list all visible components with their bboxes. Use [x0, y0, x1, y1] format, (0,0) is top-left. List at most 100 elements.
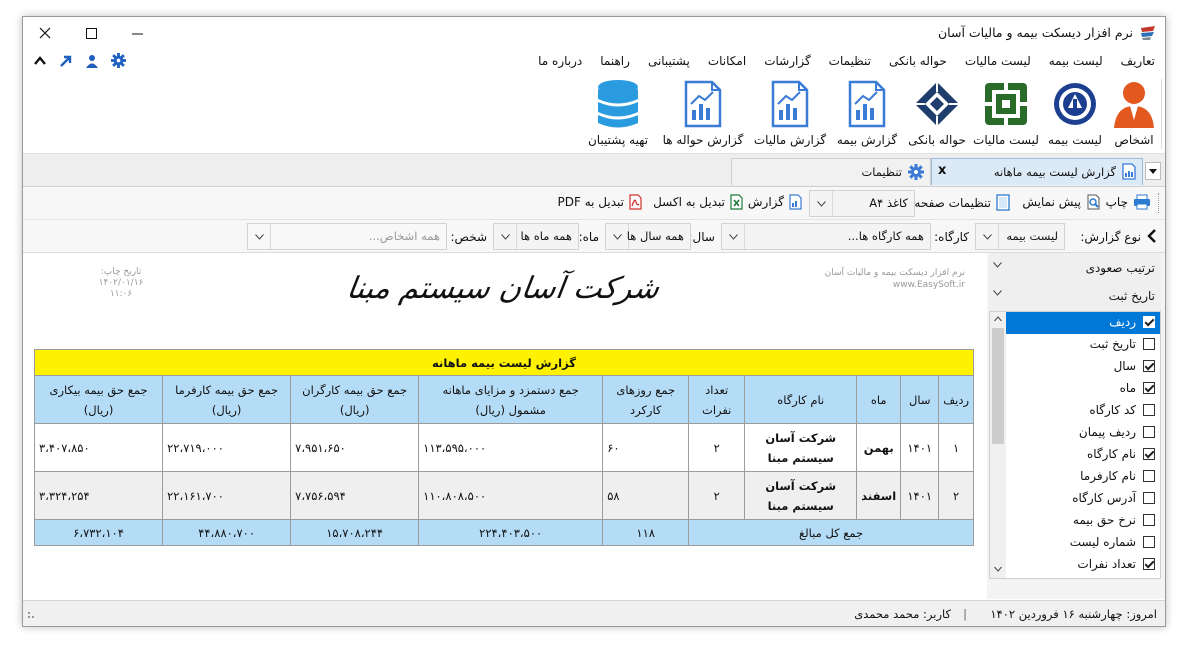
report-document-icon [765, 79, 815, 129]
column-header: جمع روزهای کارکرد [602, 375, 690, 424]
report-type-select[interactable]: لیست بیمه [975, 223, 1065, 250]
ribbon-bank-transfer-button[interactable]: حواله بانکی [907, 75, 967, 153]
gear-icon[interactable] [111, 53, 126, 68]
checkbox[interactable] [1143, 360, 1155, 372]
menu-reports[interactable]: گزارشات [764, 54, 810, 68]
print-date-block: تاریخ چاپ: ۱۴۰۲/۰۱/۱۶ ۱۱:۰۶ [98, 267, 144, 299]
checkbox[interactable] [1143, 536, 1155, 548]
column-option[interactable]: شماره لیست [1005, 532, 1160, 554]
column-option[interactable]: تعداد نفرات [1005, 554, 1160, 576]
checkbox[interactable] [1143, 492, 1155, 504]
column-option[interactable]: ماه [1005, 378, 1160, 400]
menu-tax-list[interactable]: لیست مالیات [965, 54, 1031, 68]
software-info-block: نرم افزار دیسکت بیمه و مالیات آسان www.E… [824, 268, 965, 290]
chevron-down-icon[interactable] [994, 566, 1002, 572]
column-option[interactable]: نرخ حق بیمه [1005, 510, 1160, 532]
chevron-down-icon [728, 233, 738, 240]
export-pdf-button[interactable]: تبدیل به PDF [558, 194, 642, 210]
maximize-button[interactable] [69, 19, 113, 47]
column-option[interactable]: تاریخ ثبت [1005, 334, 1160, 356]
checkbox[interactable] [1143, 426, 1155, 438]
column-option[interactable]: نام کارگاه [1005, 444, 1160, 466]
resize-grip-icon[interactable] [27, 611, 37, 621]
bank-logo-icon [912, 79, 962, 129]
chevron-down-icon [500, 233, 510, 240]
arrow-up-right-icon[interactable] [59, 54, 73, 68]
tabs-dropdown-button[interactable] [1145, 162, 1161, 180]
export-excel-button[interactable]: تبدیل به اکسل [653, 194, 743, 210]
scrollbar[interactable] [990, 312, 1006, 578]
month-select[interactable]: همه ماه ها [493, 223, 579, 250]
ribbon-tax-list-button[interactable]: لیست مالیات [973, 75, 1039, 153]
scrollbar-thumb[interactable] [992, 328, 1004, 444]
menu-features[interactable]: امکانات [708, 54, 746, 68]
ribbon-persons-button[interactable]: اشخاص [1109, 75, 1159, 153]
column-header: جمع دستمزد و مزایای ماهانه مشمول (ریال) [418, 375, 604, 424]
checkbox[interactable] [1143, 316, 1155, 328]
checkbox[interactable] [1143, 470, 1155, 482]
sort-order-select[interactable]: ترتیب صعودی [989, 253, 1161, 284]
page-setup-button[interactable]: تنظیمات صفحه [914, 194, 1010, 211]
column-header: سال [900, 375, 940, 424]
table-title: گزارش لیست بیمه ماهانه [34, 349, 974, 376]
checkbox[interactable] [1143, 558, 1155, 570]
menu-insurance-list[interactable]: لیست بیمه [1049, 54, 1103, 68]
close-button[interactable] [23, 19, 67, 47]
column-option[interactable]: آدرس کارگاه [1005, 488, 1160, 510]
workshop-select[interactable]: همه کارگاه ها... [721, 223, 931, 250]
checkbox[interactable] [1143, 448, 1155, 460]
print-preview-button[interactable]: پیش نمایش [1022, 194, 1102, 210]
ribbon-transfer-report-button[interactable]: گزارش حواله ها [661, 75, 745, 153]
menu-bank-transfer[interactable]: حواله بانکی [889, 54, 947, 68]
user-icon[interactable] [85, 54, 99, 68]
person-select[interactable]: همه اشخاص... [247, 223, 447, 250]
ribbon-insurance-list-button[interactable]: لیست بیمه [1045, 75, 1105, 153]
report-button[interactable]: گزارش [748, 194, 802, 210]
window-title: نرم افزار دیسکت بیمه و مالیات آسان [938, 25, 1133, 40]
minimize-button[interactable] [115, 19, 159, 47]
menu-about[interactable]: درباره ما [538, 54, 582, 68]
checkbox[interactable] [1143, 404, 1155, 416]
checkbox[interactable] [1143, 338, 1155, 350]
checkbox[interactable] [1143, 382, 1155, 394]
ribbon-tax-report-button[interactable]: گزارش مالیات [753, 75, 827, 153]
pdf-icon [629, 194, 642, 210]
collapse-ribbon-icon[interactable] [33, 54, 47, 68]
menu-support[interactable]: پشتیبانی [648, 54, 690, 68]
column-header: جمع حق بیمه بیکاری (ریال) [33, 375, 164, 424]
checkbox[interactable] [1143, 514, 1155, 526]
column-option[interactable]: ردیف پیمان [1005, 422, 1160, 444]
column-option[interactable]: کد کارگاه [1005, 400, 1160, 422]
column-header: ردیف [938, 375, 974, 424]
year-select[interactable]: همه سال ها [605, 223, 691, 250]
chevron-down-icon [993, 290, 1002, 296]
menu-bar: تعاریف لیست بیمه لیست مالیات حواله بانکی… [23, 48, 1165, 75]
filter-bar: نوع گزارش: لیست بیمه کارگاه: همه کارگاه … [23, 220, 1165, 253]
print-button[interactable]: چاپ [1106, 194, 1151, 210]
chevron-up-icon[interactable] [994, 316, 1002, 322]
paper-size-select[interactable]: کاغذ A۴ [809, 190, 915, 217]
chevron-left-icon[interactable] [1147, 229, 1157, 243]
column-checklist: ردیف تاریخ ثبت سال ماه کد کارگاه ردیف پی… [989, 311, 1161, 579]
tab-settings[interactable]: تنظیمات [731, 158, 931, 185]
printer-icon [1134, 194, 1150, 210]
chevron-down-icon [612, 233, 622, 240]
column-header: تعداد نفرات [688, 375, 746, 424]
column-option[interactable]: سال [1005, 356, 1160, 378]
column-option[interactable]: ردیف [1005, 312, 1160, 334]
sort-field-select[interactable]: تاریخ ثبت [989, 281, 1161, 312]
report-toolbar: چاپ پیش نمایش تنظیمات صفحه کاغذ A۴ گزارش… [23, 187, 1165, 220]
tab-insurance-report[interactable]: گزارش لیست بیمه ماهانه x [931, 158, 1143, 185]
ribbon: اشخاص لیست بیمه لیست مالیات حواله بانکی … [23, 75, 1165, 153]
ribbon-backup-button[interactable]: تهیه پشتیبان [583, 75, 653, 153]
menu-settings[interactable]: تنظیمات [829, 54, 871, 68]
menu-definitions[interactable]: تعاریف [1121, 54, 1155, 68]
report-table: گزارش لیست بیمه ماهانه ردیف سال ماه نام … [33, 349, 974, 546]
menu-help[interactable]: راهنما [600, 54, 630, 68]
ribbon-insurance-report-button[interactable]: گزارش بیمه [835, 75, 899, 153]
excel-icon [730, 194, 743, 210]
maximize-icon [85, 27, 97, 39]
tab-close-button[interactable]: x [938, 163, 946, 178]
column-option[interactable]: نام کارفرما [1005, 466, 1160, 488]
column-header: جمع حق بیمه کارگران (ریال) [290, 375, 420, 424]
